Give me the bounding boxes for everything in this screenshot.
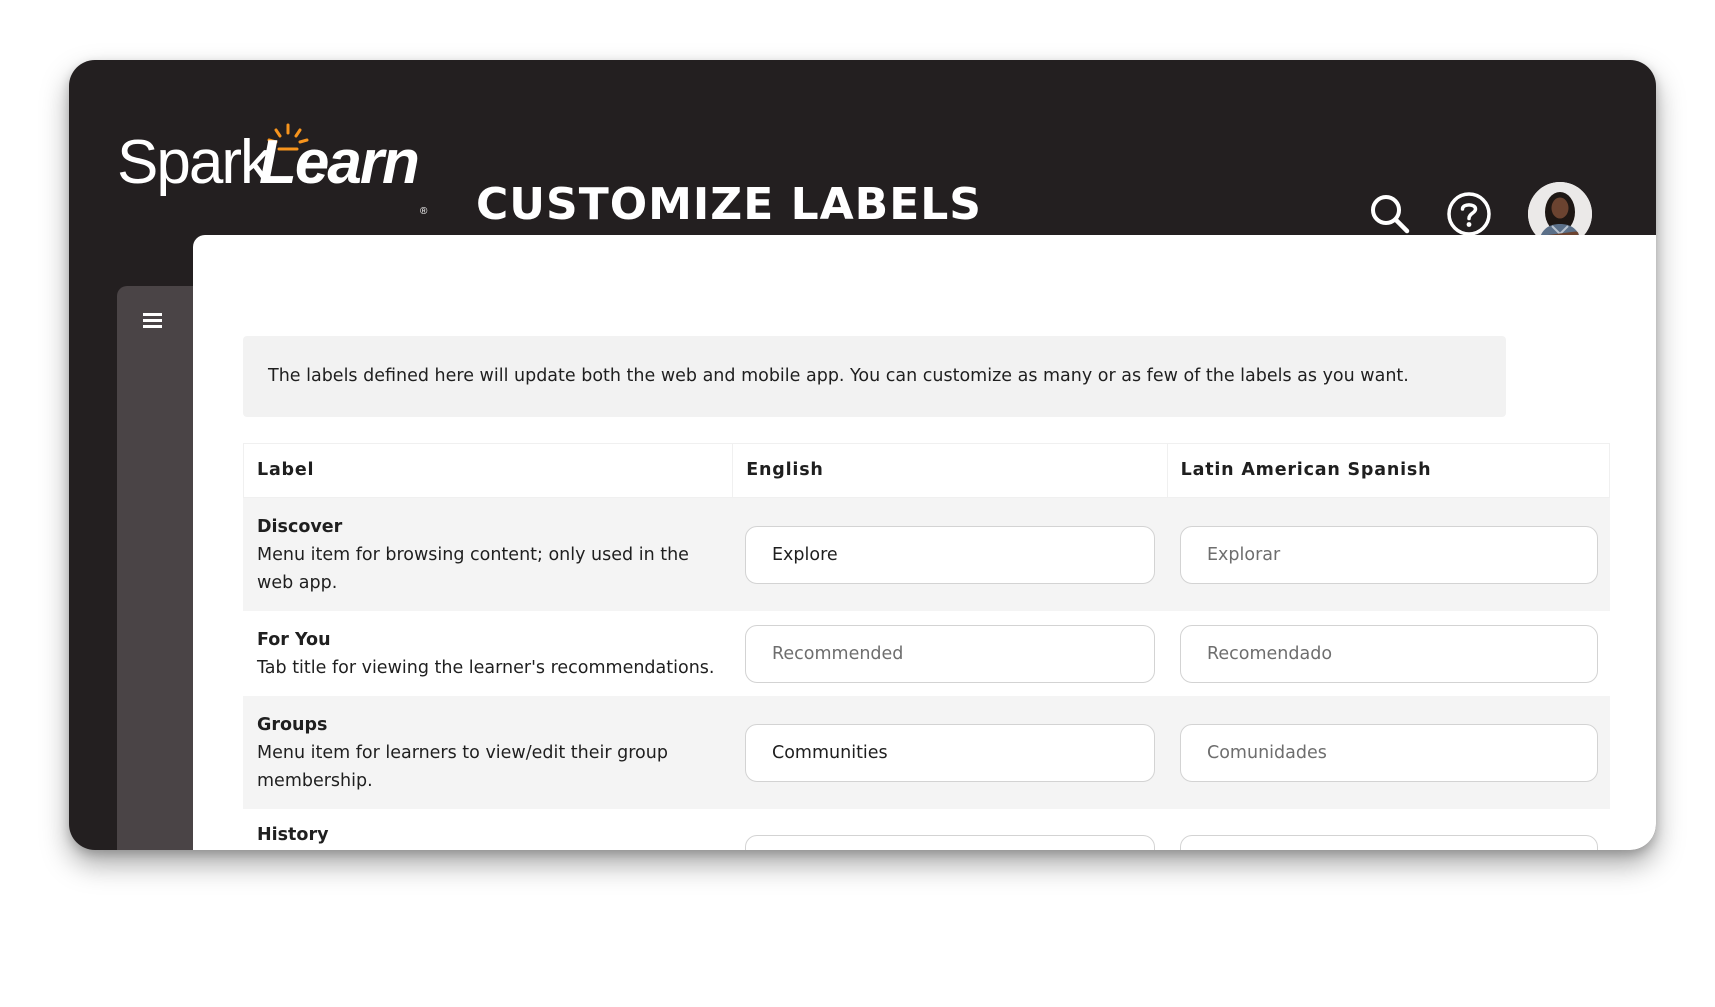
labels-table: Label English Latin American Spanish Dis… (243, 443, 1610, 850)
table-row: For You Tab title for viewing the learne… (243, 611, 1610, 696)
help-button[interactable] (1445, 190, 1493, 238)
english-cell (732, 723, 1167, 782)
column-header-english: English (732, 444, 1166, 497)
spanish-input-discover[interactable] (1180, 525, 1598, 584)
spanish-input-history[interactable] (1180, 835, 1598, 850)
logo-registered-mark: ® (420, 206, 428, 217)
search-button[interactable] (1366, 190, 1414, 238)
content-panel: The labels defined here will update both… (193, 235, 1656, 850)
logo-text-learn: Learn (259, 128, 420, 197)
english-input-for-you[interactable] (745, 624, 1155, 683)
column-header-spanish: Latin American Spanish (1166, 444, 1609, 497)
hamburger-menu-icon-bar (143, 325, 162, 328)
label-cell: Discover Menu item for browsing content;… (243, 513, 732, 597)
table-header-row: Label English Latin American Spanish (243, 443, 1610, 498)
column-header-label: Label (257, 460, 315, 480)
page-title: CUSTOMIZE LABELS (476, 179, 982, 230)
spanish-cell (1167, 821, 1610, 850)
label-name: Groups (257, 714, 328, 735)
table-row: History (243, 809, 1610, 850)
label-description: Menu item for learners to view/edit thei… (257, 742, 668, 791)
label-cell: For You Tab title for viewing the learne… (243, 626, 732, 682)
english-input-history[interactable] (745, 835, 1155, 850)
hamburger-menu-button[interactable] (141, 310, 165, 334)
label-cell: Groups Menu item for learners to view/ed… (243, 711, 732, 795)
hamburger-menu-icon-bar (143, 313, 162, 316)
label-description: Menu item for browsing content; only use… (257, 544, 689, 593)
logo-text-spark: Spark (117, 128, 271, 197)
search-icon (1371, 195, 1410, 234)
english-cell (732, 525, 1167, 584)
left-sidebar (117, 286, 197, 850)
english-input-discover[interactable] (745, 525, 1155, 584)
table-row: Groups Menu item for learners to view/ed… (243, 696, 1610, 809)
label-cell: History (243, 821, 732, 849)
table-row: Discover Menu item for browsing content;… (243, 498, 1610, 611)
sparklearn-logo: Spark Learn ® (117, 122, 447, 217)
spanish-cell (1167, 525, 1610, 584)
label-description: Tab title for viewing the learner's reco… (257, 657, 715, 678)
info-banner-text: The labels defined here will update both… (268, 366, 1409, 386)
label-name: History (257, 825, 329, 845)
app-window: Spark Learn ® CUSTOMIZE LABELS The label… (69, 60, 1656, 850)
label-name: For You (257, 629, 331, 650)
info-banner: The labels defined here will update both… (243, 336, 1506, 417)
spanish-cell (1167, 723, 1610, 782)
spanish-input-for-you[interactable] (1180, 624, 1598, 683)
english-cell (732, 821, 1167, 850)
spanish-input-groups[interactable] (1180, 723, 1598, 782)
english-cell (732, 624, 1167, 683)
help-icon (1447, 192, 1491, 236)
hamburger-menu-icon-bar (143, 319, 162, 322)
spanish-cell (1167, 624, 1610, 683)
english-input-groups[interactable] (745, 723, 1155, 782)
label-name: Discover (257, 516, 343, 537)
